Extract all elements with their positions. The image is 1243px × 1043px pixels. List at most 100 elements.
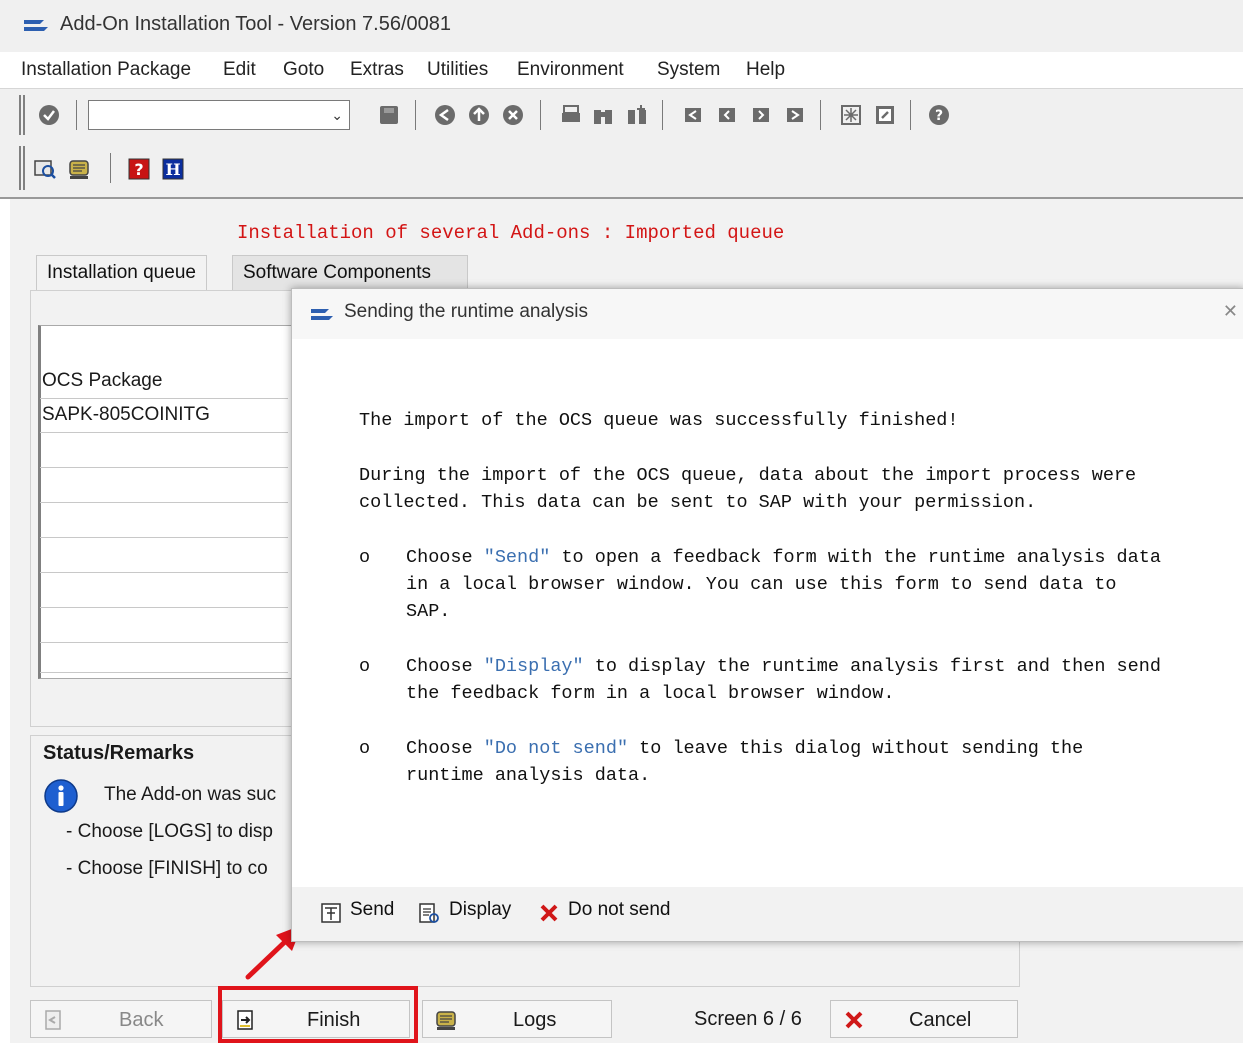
tab-installation-queue[interactable]: Installation queue [36,255,207,291]
status-title: Status/Remarks [43,742,195,764]
do-not-send-link[interactable]: "Do not send" [484,738,628,759]
dialog-bullet-do-not-send: Choose "Do not send" to leave this dialo… [406,735,1083,762]
bullet-marker: o [359,547,371,568]
table-row[interactable] [40,503,288,538]
dialog-intro: The import of the OCS queue was successf… [359,410,959,431]
dialog-paragraph: During the import of the OCS queue, data… [359,465,1137,486]
chevron-down-icon[interactable]: ⌄ [331,107,343,124]
back-label: Back [119,1009,164,1031]
close-icon[interactable]: ✕ [1223,301,1238,322]
toolbar-grip [19,95,25,135]
send-link[interactable]: "Send" [484,547,551,568]
back-icon[interactable] [434,104,456,126]
menu-edit[interactable]: Edit [223,59,256,81]
cancel-icon[interactable] [502,104,524,126]
display-button[interactable]: Display [449,899,511,921]
cancel-button[interactable]: Cancel [830,1000,1018,1038]
menu-utilities[interactable]: Utilities [427,59,488,81]
svg-text:?: ? [134,160,143,179]
bullet-text: Choose [406,547,484,568]
menu-help[interactable]: Help [746,59,785,81]
send-form-icon[interactable] [320,902,342,924]
menu-goto[interactable]: Goto [283,59,324,81]
cancel-label: Cancel [909,1009,972,1031]
enter-icon[interactable] [38,104,60,126]
send-button[interactable]: Send [350,899,394,921]
bullet-text: the feedback form in a local browser win… [406,683,895,704]
menu-installation-package[interactable]: Installation Package [21,59,191,81]
screen-indicator: Screen 6 / 6 [694,1008,802,1030]
print-icon[interactable] [560,104,582,126]
next-page-icon[interactable] [750,104,772,126]
sap-logo-icon [24,20,48,31]
overview-icon[interactable] [34,158,56,180]
help-red-icon[interactable]: ? [128,158,150,180]
bullet-text: to display the runtime analysis first an… [583,656,1161,677]
table-row[interactable] [40,468,288,503]
title-bar: Add-On Installation Tool - Version 7.56/… [0,0,1243,52]
svg-text:?: ? [935,108,943,124]
bullet-text: Choose [406,738,484,759]
table-row[interactable] [40,573,288,608]
bullet-marker: o [359,656,371,677]
cancel-x-icon [845,1011,863,1029]
table-row[interactable]: SAPK-805COINITG [40,398,288,433]
toolbar-separator [820,100,821,130]
toolbar-separator [910,100,911,130]
first-page-icon[interactable] [682,104,704,126]
toolbar-separator [110,153,111,183]
do-not-send-x-icon[interactable] [538,902,560,924]
toolbar-separator [540,100,541,130]
toolbar-separator [415,100,416,130]
table-cell: SAPK-805COINITG [42,404,210,425]
toolbar-grip [19,146,25,190]
find-next-icon[interactable] [626,104,648,126]
table-row[interactable] [40,608,288,643]
back-button[interactable]: Back [30,1000,212,1038]
bullet-text: in a local browser window. You can use t… [406,574,1117,595]
do-not-send-button[interactable]: Do not send [568,899,670,921]
table-row[interactable] [40,643,288,673]
runtime-analysis-dialog: Sending the runtime analysis ✕ The impor… [291,288,1243,942]
window-title: Add-On Installation Tool - Version 7.56/… [60,13,451,35]
shortcut-icon[interactable] [874,104,896,126]
dialog-title-bar[interactable]: Sending the runtime analysis ✕ [292,289,1243,339]
table-row[interactable] [40,538,288,573]
create-session-icon[interactable] [840,104,862,126]
bullet-text: Choose [406,656,484,677]
find-icon[interactable] [592,104,614,126]
previous-page-icon[interactable] [716,104,738,126]
tab-label: Software Components [243,262,431,283]
bullet-text: to open a feedback form with the runtime… [550,547,1161,568]
bullet-marker: o [359,738,371,759]
dialog-title: Sending the runtime analysis [344,301,588,322]
application-toolbar [0,141,1243,199]
save-icon[interactable] [378,104,400,126]
toolbar-separator [76,100,77,130]
display-link[interactable]: "Display" [484,656,584,677]
column-header-ocs-package[interactable]: OCS Package [42,370,162,392]
display-form-icon[interactable] [418,902,440,924]
sap-logo-icon [311,309,333,320]
help-icon[interactable]: ? [928,104,950,126]
bullet-text: to leave this dialog without sending the [628,738,1084,759]
tab-software-components[interactable]: Software Components [232,255,468,291]
info-blue-icon[interactable]: H [162,158,184,180]
tab-label: Installation queue [47,262,196,283]
status-message: - Choose [FINISH] to co [66,858,268,879]
info-icon [44,779,78,813]
menu-system[interactable]: System [657,59,720,81]
status-message: - Choose [LOGS] to disp [66,821,273,842]
menu-extras[interactable]: Extras [350,59,404,81]
exit-icon[interactable] [468,104,490,126]
table-row[interactable] [40,433,288,468]
menu-environment[interactable]: Environment [517,59,624,81]
bullet-text: runtime analysis data. [406,765,651,786]
last-page-icon[interactable] [784,104,806,126]
logs-icon[interactable] [68,158,90,180]
toolbar-separator [662,100,663,130]
logs-label: Logs [513,1009,557,1031]
command-field[interactable]: ⌄ [88,100,350,130]
logs-button[interactable]: Logs [422,1000,612,1038]
status-message: The Add-on was suc [104,784,277,805]
